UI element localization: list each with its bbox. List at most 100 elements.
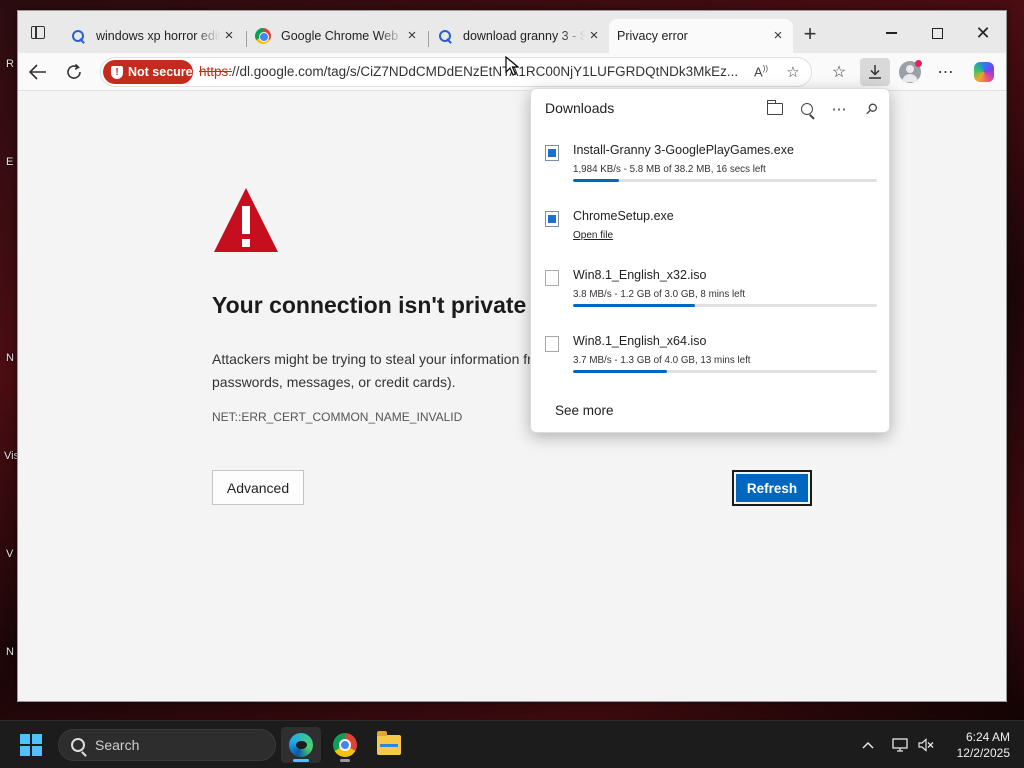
more-options-icon: ⋯ <box>831 101 847 118</box>
tab-strip: windows xp horror edit × Google Chrome W… <box>18 11 1006 53</box>
maximize-button[interactable] <box>914 19 960 47</box>
new-tab-button[interactable]: + <box>798 23 822 47</box>
copilot-icon <box>974 62 994 82</box>
error-code[interactable]: NET::ERR_CERT_COMMON_NAME_INVALID <box>212 410 462 424</box>
copilot-button[interactable] <box>971 59 997 85</box>
refresh-button-focus-ring: Refresh <box>732 470 812 506</box>
clock-date: 12/2/2025 <box>956 746 1010 760</box>
desktop-icons-strip: R E N Vis V N <box>0 0 19 720</box>
volume-muted-icon <box>918 738 934 752</box>
tab-title: Privacy error <box>617 29 688 43</box>
tab-close-icon[interactable]: × <box>403 27 421 45</box>
file-explorer-icon <box>377 731 401 755</box>
taskbar-edge[interactable] <box>281 727 321 763</box>
search-icon <box>437 28 453 44</box>
tab-close-icon[interactable]: × <box>585 27 603 45</box>
download-status: 3.8 MB/s - 1.2 GB of 3.0 GB, 8 mins left <box>573 289 746 300</box>
avatar <box>899 60 922 83</box>
download-progress-fill <box>573 304 695 307</box>
search-downloads-button[interactable] <box>795 97 819 121</box>
network-button[interactable] <box>890 735 910 755</box>
url-text[interactable]: https://dl.google.com/tag/s/CiZ7NDdCMDdE… <box>199 58 747 86</box>
mouse-cursor <box>505 56 519 76</box>
downloads-more-button[interactable]: ⋯ <box>827 97 851 121</box>
settings-more-button[interactable]: ⋯ <box>933 59 959 85</box>
windows-logo-icon <box>20 734 30 744</box>
tab-download-granny[interactable]: download granny 3 - Search × <box>429 19 609 53</box>
download-progress-fill <box>573 179 619 182</box>
clock-time: 6:24 AM <box>965 730 1010 744</box>
advanced-button[interactable]: Advanced <box>212 470 304 505</box>
network-icon <box>892 738 908 752</box>
open-downloads-folder-button[interactable] <box>763 97 787 121</box>
download-progress-bar <box>573 304 877 307</box>
taskbar-search[interactable]: Search <box>58 729 276 761</box>
url-scheme: https: <box>199 64 233 79</box>
download-status: 1,984 KB/s - 5.8 MB of 38.2 MB, 16 secs … <box>573 164 766 175</box>
shield-warning-icon <box>111 65 123 79</box>
star-icon: ☆ <box>786 64 800 81</box>
windows-logo-pane <box>20 746 30 756</box>
see-more-link[interactable]: See more <box>555 403 614 418</box>
back-arrow-icon <box>29 64 46 80</box>
favorites-button[interactable]: ☆ <box>826 59 852 85</box>
tab-title: windows xp horror edit <box>96 29 220 43</box>
notification-dot <box>915 60 922 67</box>
open-file-link[interactable]: Open file <box>573 230 613 241</box>
download-icon <box>869 65 881 79</box>
tab-title: download granny 3 - Search <box>463 29 585 43</box>
show-hidden-icons-button[interactable] <box>858 735 878 755</box>
tab-windows-xp[interactable]: windows xp horror edit × <box>62 19 244 53</box>
windows-logo-pane <box>32 746 42 756</box>
desktop-icon-label[interactable]: Vis <box>4 450 19 462</box>
not-secure-badge[interactable]: Not secure <box>103 60 193 84</box>
document-file-icon <box>545 270 559 286</box>
refresh-button[interactable]: Refresh <box>736 474 808 502</box>
add-favorite-button[interactable]: ☆ <box>781 61 805 83</box>
maximize-icon <box>931 27 943 39</box>
download-filename: ChromeSetup.exe <box>573 209 674 223</box>
download-filename: Install-Granny 3-GooglePlayGames.exe <box>573 143 794 157</box>
vertical-tabs-icon <box>31 26 45 39</box>
running-indicator <box>340 759 350 762</box>
chevron-up-icon <box>862 741 874 749</box>
address-bar[interactable]: Not secure https://dl.google.com/tag/s/C… <box>100 57 812 87</box>
tab-privacy-error[interactable]: Privacy error × <box>609 19 793 53</box>
search-icon <box>70 28 86 44</box>
url-rest: //dl.google.com/tag/s/CiZ7NDdCMDdENzEtNT… <box>232 64 739 79</box>
tab-close-icon[interactable]: × <box>769 27 787 45</box>
search-placeholder: Search <box>95 737 140 753</box>
read-aloud-icon: A)) <box>754 64 768 80</box>
downloads-button[interactable] <box>860 58 890 86</box>
start-button[interactable] <box>20 734 44 756</box>
close-window-button[interactable]: ✕ <box>960 19 1006 47</box>
volume-button[interactable] <box>916 735 936 755</box>
download-filename: Win8.1_English_x64.iso <box>573 334 707 348</box>
favorites-icon: ☆ <box>831 64 847 81</box>
exe-file-icon <box>545 145 559 161</box>
page-title: Your connection isn't private <box>212 292 527 318</box>
read-aloud-button[interactable]: A)) <box>749 61 773 83</box>
system-clock[interactable]: 6:24 AM 12/2/2025 <box>946 729 1010 761</box>
minimize-icon <box>885 32 897 34</box>
download-progress-bar <box>573 179 877 182</box>
tab-close-icon[interactable]: × <box>220 27 238 45</box>
tab-chrome-web-browser[interactable]: Google Chrome Web Browser × <box>247 19 427 53</box>
back-button[interactable] <box>25 59 51 85</box>
tab-actions-button[interactable] <box>26 21 50 45</box>
download-progress-bar <box>573 370 877 373</box>
chrome-icon <box>333 733 357 757</box>
taskbar: Search 6:24 AM 12/2/2025 <box>0 720 1024 768</box>
minimize-button[interactable] <box>868 19 914 47</box>
tab-title: Google Chrome Web Browser <box>281 29 403 43</box>
search-icon <box>801 103 813 115</box>
pin-downloads-button[interactable]: ⚲ <box>859 97 883 121</box>
profile-button[interactable] <box>897 59 923 85</box>
download-progress-fill <box>573 370 668 373</box>
taskbar-chrome[interactable] <box>325 727 365 763</box>
reload-button[interactable] <box>61 59 87 85</box>
more-options-icon: ⋯ <box>937 64 955 81</box>
running-indicator <box>293 759 309 762</box>
taskbar-file-explorer[interactable] <box>369 727 409 763</box>
downloads-flyout: Downloads ⋯ ⚲ Install-Granny 3-GooglePla… <box>530 88 890 433</box>
